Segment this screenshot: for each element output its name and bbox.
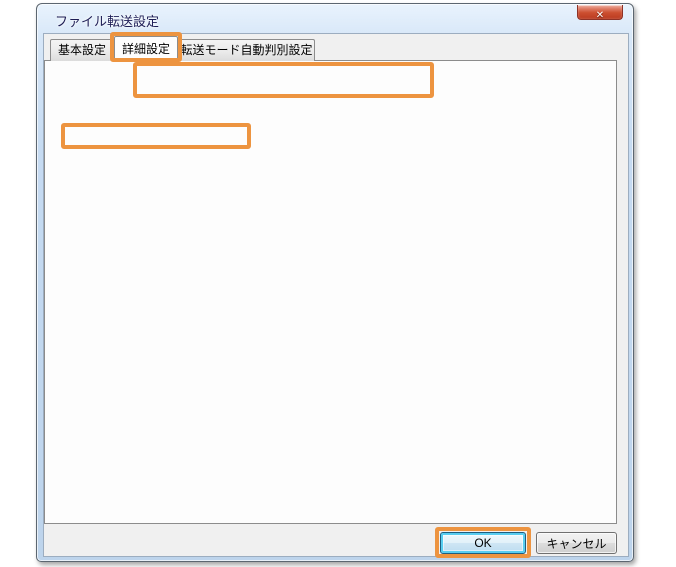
cancel-button[interactable]: キャンセル <box>536 532 617 554</box>
tab-page-advanced <box>44 60 617 524</box>
tab-transfer-mode-auto[interactable]: 転送モード自動判別設定 <box>178 39 315 61</box>
tab-label: 基本設定 <box>57 43 106 57</box>
tab-advanced-settings[interactable]: 詳細設定 <box>114 36 178 61</box>
ok-button[interactable]: OK <box>440 532 526 554</box>
window-title: ファイル転送設定 <box>55 14 160 29</box>
screenshot-canvas: ファイル転送設定 ✕ 基本設定 詳細設定 転送モード自動判別設定 接続方法(B)… <box>0 0 676 567</box>
tab-basic-settings[interactable]: 基本設定 <box>50 39 114 61</box>
tab-label: 詳細設定 <box>121 42 170 56</box>
close-icon: ✕ <box>595 10 605 21</box>
tab-label: 転送モード自動判別設定 <box>180 43 313 57</box>
titlebar[interactable]: ファイル転送設定 ✕ <box>37 4 633 31</box>
close-button[interactable]: ✕ <box>577 5 623 21</box>
